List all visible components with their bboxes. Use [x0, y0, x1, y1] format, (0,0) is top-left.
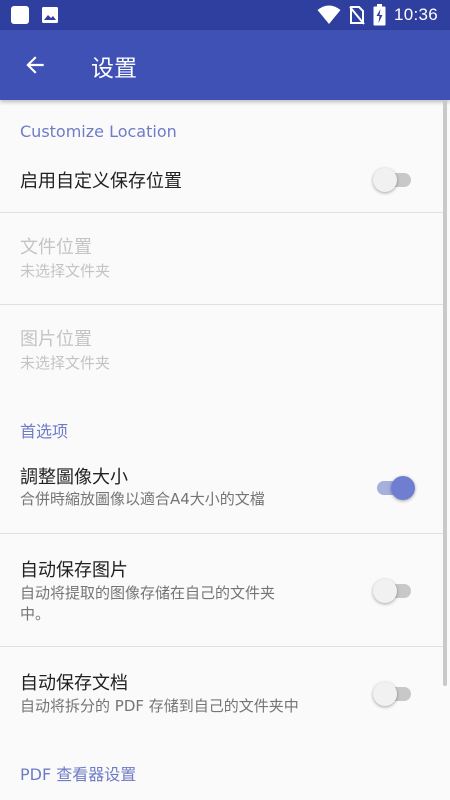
square-icon — [11, 6, 29, 24]
toggle-thumb — [391, 476, 415, 500]
auto-save-docs-summary: 自动将拆分的 PDF 存储到自己的文件夹中 — [20, 697, 299, 715]
image-location-row[interactable]: 图片位置 未选择文件夹 — [0, 305, 445, 396]
auto-save-docs-title: 自动保存文档 — [20, 673, 128, 694]
wifi-icon — [317, 5, 341, 24]
auto-save-images-title: 自动保存图片 — [20, 560, 128, 581]
resize-images-summary: 合併時縮放圖像以適合A4大小的文檔 — [20, 490, 265, 508]
enable-custom-location-title: 启用自定义保存位置 — [20, 171, 182, 192]
auto-save-images-toggle[interactable] — [373, 578, 415, 603]
image-icon — [42, 7, 58, 23]
file-location-row[interactable]: 文件位置 未选择文件夹 — [0, 213, 445, 304]
toggle-thumb — [373, 168, 397, 192]
scrollbar[interactable] — [443, 100, 447, 686]
status-time: 10:36 — [393, 5, 438, 24]
battery-charging-icon — [373, 4, 386, 26]
file-location-title: 文件位置 — [20, 237, 92, 258]
resize-images-title: 調整圖像大小 — [20, 467, 128, 488]
auto-save-docs-row[interactable]: 自动保存文档 自动将拆分的 PDF 存储到自己的文件夹中 — [0, 647, 445, 737]
section-header-pdf-viewer: PDF 查看器设置 — [20, 765, 137, 784]
auto-save-images-summary-line2: 中。 — [20, 605, 51, 623]
enable-custom-location-row[interactable]: 启用自定义保存位置 — [0, 150, 445, 212]
file-location-summary: 未选择文件夹 — [20, 262, 111, 280]
image-location-title: 图片位置 — [20, 329, 92, 350]
resize-images-row[interactable]: 調整圖像大小 合併時縮放圖像以適合A4大小的文檔 — [0, 445, 445, 533]
section-header-custom-location: Customize Location — [20, 122, 177, 141]
auto-save-images-row[interactable]: 自动保存图片 自动将提取的图像存储在自己的文件夹 中。 — [0, 534, 445, 646]
no-sim-icon — [349, 6, 365, 25]
settings-list[interactable]: Customize Location 启用自定义保存位置 文件位置 未选择文件夹… — [0, 100, 450, 800]
image-location-summary: 未选择文件夹 — [20, 354, 111, 372]
arrow-back-icon[interactable] — [22, 52, 48, 78]
auto-save-images-summary-line1: 自动将提取的图像存储在自己的文件夹 — [20, 584, 276, 602]
app-bar: 设置 — [0, 30, 450, 100]
enable-custom-location-toggle[interactable] — [373, 167, 415, 192]
auto-save-docs-toggle[interactable] — [373, 681, 415, 706]
toggle-thumb — [373, 579, 397, 603]
section-header-preferences: 首选项 — [20, 422, 69, 441]
toggle-thumb — [373, 682, 397, 706]
page-title: 设置 — [91, 56, 137, 82]
status-bar: 10:36 — [0, 0, 450, 30]
resize-images-toggle[interactable] — [373, 475, 415, 500]
